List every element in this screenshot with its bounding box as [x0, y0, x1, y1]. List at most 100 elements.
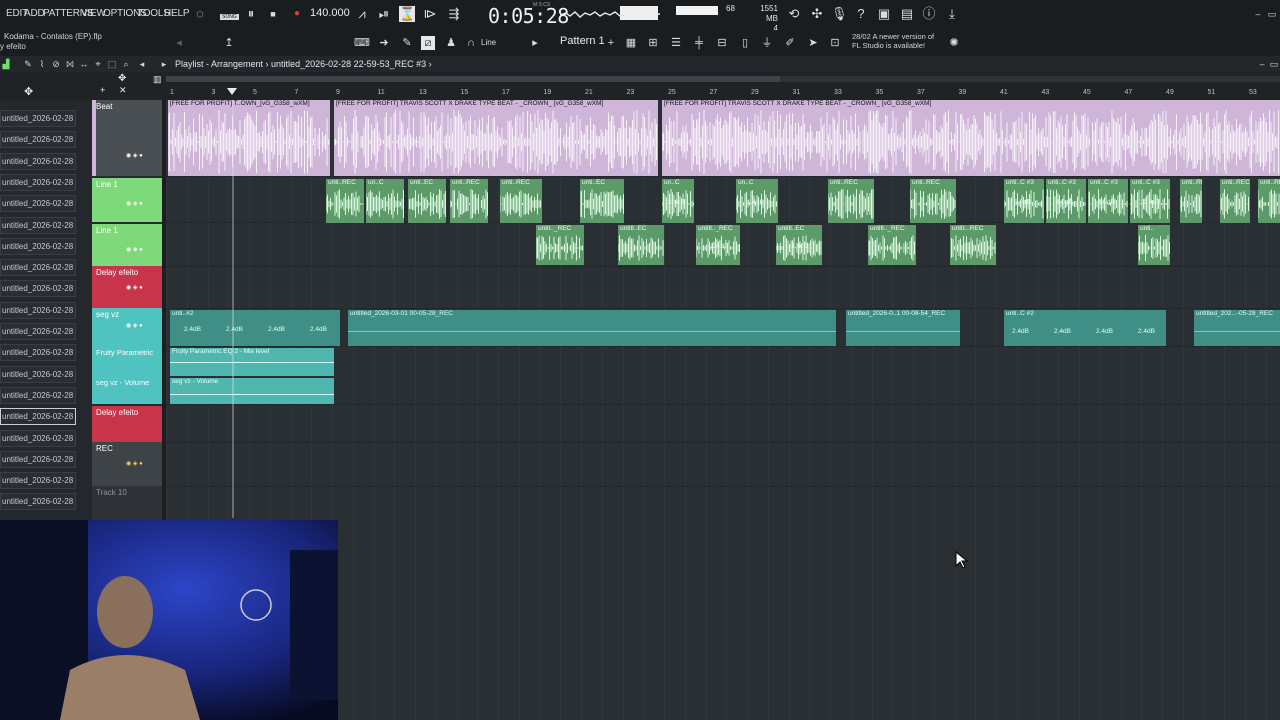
stop-icon[interactable]: ■ [265, 6, 281, 22]
menu-help[interactable]: HELP [164, 8, 190, 19]
playlist-minimize-icon[interactable]: – [1256, 58, 1268, 70]
browser-item[interactable]: untitled_2026-02-28 23-... [0, 450, 76, 468]
browser-item[interactable]: untitled_2026-02-28 22-... [0, 386, 76, 404]
browser-item[interactable]: untitled_2026-02-28 22-... [0, 237, 76, 255]
track-name[interactable]: seg vz [96, 310, 119, 319]
browser-item[interactable]: untitled_2026-02-28 22-... [0, 323, 76, 340]
browser-item[interactable]: untitled_2026-02-28 22-... [0, 173, 76, 191]
move-icon[interactable]: ✥ [24, 85, 33, 98]
mixer-icon[interactable]: ✣ [809, 6, 825, 22]
mixer-view-icon[interactable]: ╪ [692, 36, 706, 50]
add-track-icon[interactable]: + [100, 85, 105, 95]
clip-beat-2[interactable]: [FREE FOR PROFIT] TRAVIS SCOTT X DRAKE T… [334, 100, 658, 176]
track-name[interactable]: Delay efeito [96, 268, 138, 277]
browser-item[interactable]: untitled_2026-02-28 22-... [0, 344, 76, 362]
playlist-arrow-icon[interactable]: ▸ [158, 58, 170, 70]
audio-clip[interactable]: untit...REC [950, 225, 996, 265]
mic-icon[interactable]: 🎙 [831, 6, 848, 22]
select-tool-icon[interactable]: ⬚ [106, 58, 118, 70]
pencil-icon[interactable]: ✎ [400, 36, 414, 50]
browser-item[interactable]: untitled_2026-02-28 22-... [0, 365, 76, 383]
pencil-tool-icon[interactable]: ✎ [22, 58, 34, 70]
audio-clip[interactable]: unti..REC [1180, 179, 1202, 223]
track-header-track10[interactable]: Track 10 [92, 486, 162, 520]
pattern-selector[interactable]: Pattern 1 [560, 35, 605, 47]
track-controls[interactable]: ◉ ◈ ● [126, 152, 143, 159]
browser-item[interactable]: untitled_2026-02-28 22-... [0, 408, 76, 426]
browser-item[interactable]: untitled_2026-02-28 22-... [0, 110, 76, 127]
track-header-line1b[interactable]: Line 1 ◉ ◈ ● [92, 224, 162, 266]
clip-segvz-end[interactable]: untitled_202...-05-28_REC [1194, 310, 1280, 346]
pattern-song-toggle-icon[interactable]: ◌ [192, 6, 208, 22]
zoom-tool-icon[interactable]: ⌕ [120, 58, 132, 70]
close-track-icon[interactable]: ✕ [119, 85, 127, 96]
track-header-delay[interactable]: Delay efeito ◉ ◈ ● [92, 266, 162, 308]
track-name[interactable]: seg vz - Volume [96, 378, 149, 387]
paint-tool-icon[interactable]: ⧄ [421, 36, 435, 50]
channel-rack-icon[interactable]: ☰ [669, 36, 683, 50]
browser-item[interactable]: untitled_2026-02-28 23-... [0, 493, 76, 511]
audio-clip[interactable]: unti..C #3 6.0dB [1046, 179, 1086, 223]
clip-beat-1[interactable]: [FREE FOR PROFIT] T..OWN_[vG_G358_wXM] [168, 100, 330, 176]
go-icon[interactable]: ➤ [806, 36, 820, 50]
arrow-right-icon[interactable]: ➜ [377, 36, 391, 50]
plugin-icon[interactable]: ⏚ [760, 36, 774, 50]
audio-clip[interactable]: unti..EC [408, 179, 446, 223]
magnet-icon[interactable]: ∩ [464, 36, 478, 50]
playhead-line[interactable] [232, 100, 234, 518]
keyboard-icon[interactable]: ⌨ [354, 36, 370, 50]
playhead-marker-icon[interactable] [227, 88, 237, 96]
slice-tool-icon[interactable]: ⌖ [92, 58, 104, 70]
song-mode-badge[interactable]: SONG [220, 14, 239, 20]
audio-clip[interactable]: untitl..EC -1.4dB [776, 225, 822, 265]
audio-clip[interactable]: un..C 1.4dB [736, 179, 778, 223]
track-controls[interactable]: ◉ ◈ ● [126, 460, 143, 467]
audio-clip[interactable]: unti..REC [1258, 179, 1280, 223]
plugin-picker-icon[interactable]: ▯ [738, 36, 752, 50]
clip-automation-eq[interactable]: Fruity Parametric EQ 2 - Mix level [170, 348, 334, 376]
clip-beat-3[interactable]: [FREE FOR PROFIT] TRAVIS SCOTT X DRAKE T… [662, 100, 1280, 176]
clip-segvz-group[interactable]: unti..C #2 2.4dB 2.4dB 2.4dB 2.4dB [1004, 310, 1166, 346]
menu-add[interactable]: ADD [24, 8, 45, 19]
piano-roll-icon[interactable]: ▤ [899, 6, 915, 22]
slip-tool-icon[interactable]: ↔ [78, 58, 90, 70]
track-controls[interactable]: ◉ ◈ ● [126, 246, 143, 253]
track-controls[interactable]: ◉ ◈ ● [126, 322, 143, 329]
metronome-icon[interactable]: ⩘ [354, 6, 370, 22]
audio-clip[interactable]: unti..REC [828, 179, 874, 223]
browser-icon[interactable]: ⊟ [715, 36, 729, 50]
countdown-icon[interactable]: ⌛ [399, 6, 415, 22]
timeline-ruler[interactable]: 1 3 5 7 9 11 13 15 17 19 21 23 25 27 29 31 33 35 37 39 41 43 4… [166, 72, 1280, 100]
drag-icon[interactable]: ↥ [222, 36, 236, 50]
audio-clip[interactable]: unti..REC [1220, 179, 1250, 223]
browser-item[interactable]: untitled_2026-02-28 22-... [0, 280, 76, 298]
audio-clip[interactable]: unti..C #3 6.0dB [1088, 179, 1128, 223]
save-icon[interactable]: ▣ [876, 6, 892, 22]
track-header-rec[interactable]: REC ◉ ◈ ● [92, 442, 162, 486]
playback-tool-icon[interactable]: ◂ [136, 58, 148, 70]
audio-clip[interactable]: untit.._REC [536, 225, 584, 265]
pause-icon[interactable]: ⏸ [243, 6, 259, 22]
track-name[interactable]: Beat [96, 102, 112, 111]
pin-icon[interactable]: ✐ [783, 36, 797, 50]
track-name[interactable]: Track 10 [96, 488, 127, 497]
track-controls[interactable]: ◉ ◈ ● [126, 284, 143, 291]
track-name[interactable]: Line 1 [96, 226, 118, 235]
playlist-restore-icon[interactable]: ▭ [1268, 58, 1280, 70]
grid-icon[interactable]: ▥ [153, 74, 162, 85]
track-controls[interactable]: ◉ ◈ ● [126, 200, 143, 207]
track-name[interactable]: REC [96, 444, 113, 453]
cart-icon[interactable]: ⊡ [828, 36, 842, 50]
record-icon[interactable]: ● [289, 6, 305, 22]
blend-notes-icon[interactable]: ⇶ [446, 6, 462, 22]
track-name[interactable]: Line 1 [96, 180, 118, 189]
audio-clip[interactable]: unti..REC [500, 179, 542, 223]
snap-move-icon[interactable]: ✥ [118, 73, 126, 84]
add-pattern-icon[interactable]: + [604, 36, 618, 50]
audio-clip[interactable]: unti..REC [450, 179, 488, 223]
download-icon[interactable]: ⤓ [944, 6, 960, 22]
browser-item[interactable]: untitled_2026-02-28 22-... [0, 195, 76, 213]
track-name[interactable]: Fruity Parametric [96, 348, 153, 357]
scrollbar-thumb[interactable] [166, 76, 780, 82]
audio-clip[interactable]: untitl..EC [618, 225, 664, 265]
